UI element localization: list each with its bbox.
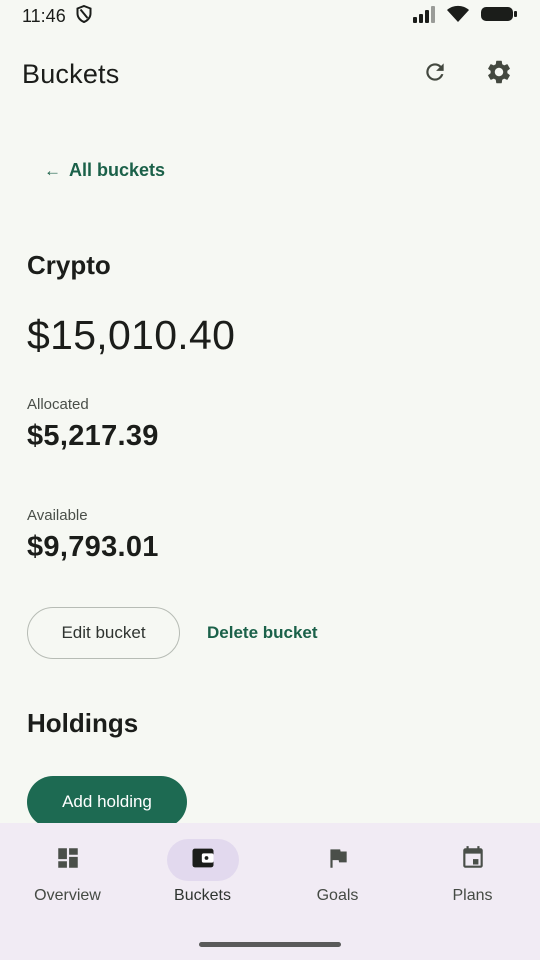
- add-holding-button[interactable]: Add holding: [27, 776, 187, 828]
- nav-item-plans[interactable]: Plans: [405, 823, 540, 923]
- gear-icon: [485, 58, 513, 91]
- available-label: Available: [27, 507, 88, 524]
- all-buckets-label: All buckets: [69, 160, 166, 180]
- dashboard-icon: [55, 845, 81, 876]
- app-bar: Buckets: [0, 50, 540, 98]
- bottom-navigation: Overview Buckets Goals Plans: [0, 823, 540, 960]
- wifi-icon: [446, 5, 470, 28]
- signal-icon: [412, 5, 436, 28]
- bucket-name: Crypto: [27, 250, 111, 280]
- nav-label-overview: Overview: [34, 887, 101, 904]
- all-buckets-link[interactable]: ← All buckets: [44, 160, 165, 181]
- settings-button[interactable]: [482, 57, 516, 91]
- status-right: [412, 5, 518, 28]
- nav-item-overview[interactable]: Overview: [0, 823, 135, 923]
- calendar-icon: [460, 845, 486, 876]
- nav-pill: [302, 839, 374, 881]
- bucket-total: $15,010.40: [27, 312, 236, 358]
- holdings-title: Holdings: [27, 708, 139, 738]
- nav-item-buckets[interactable]: Buckets: [135, 823, 270, 923]
- refresh-button[interactable]: [418, 57, 452, 91]
- nav-item-goals[interactable]: Goals: [270, 823, 405, 923]
- shield-icon: [76, 4, 92, 28]
- nav-pill-active: [166, 839, 239, 881]
- page-title: Buckets: [22, 58, 120, 89]
- status-left: 11:46: [22, 4, 92, 28]
- edit-bucket-button[interactable]: Edit bucket: [27, 607, 180, 659]
- delete-bucket-button[interactable]: Delete bucket: [195, 607, 330, 659]
- status-bar: 11:46: [0, 0, 540, 32]
- status-time: 11:46: [22, 5, 66, 26]
- wallet-icon: [189, 844, 217, 877]
- nav-pill: [437, 839, 509, 881]
- nav-label-goals: Goals: [316, 887, 359, 904]
- app-bar-actions: [418, 57, 516, 91]
- nav-pill: [32, 839, 104, 881]
- nav-label-plans: Plans: [452, 887, 493, 904]
- battery-icon: [480, 5, 518, 28]
- arrow-left-icon: ←: [44, 160, 61, 180]
- available-value: $9,793.01: [27, 531, 159, 563]
- home-indicator[interactable]: [199, 942, 341, 947]
- nav-label-buckets: Buckets: [174, 887, 231, 904]
- allocated-label: Allocated: [27, 396, 89, 413]
- flag-icon: [325, 845, 351, 876]
- allocated-value: $5,217.39: [27, 420, 159, 452]
- refresh-icon: [422, 59, 448, 90]
